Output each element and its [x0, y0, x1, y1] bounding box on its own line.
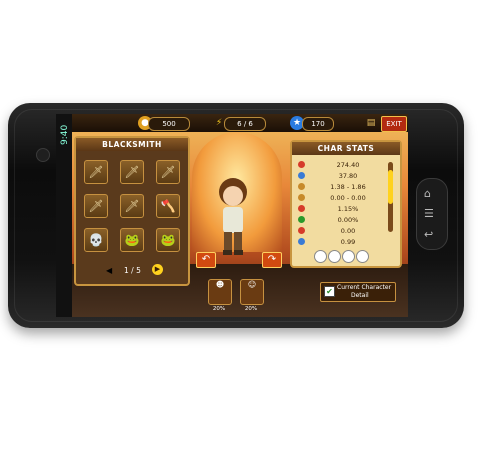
stat-icon: [298, 216, 305, 223]
item-slot[interactable]: 🗡: [84, 160, 108, 184]
stat-value: 0.00: [340, 227, 356, 235]
stat-value: 37.80: [338, 172, 358, 180]
character-portrait[interactable]: ☺: [240, 279, 264, 305]
stat-row: 0.00 - 0.00: [298, 193, 386, 203]
stats-scrollbar[interactable]: [388, 162, 393, 232]
item-slot[interactable]: 🪓: [156, 194, 180, 218]
item-slot[interactable]: 🗡: [84, 194, 108, 218]
stat-icon: [298, 238, 305, 245]
home-icon[interactable]: ⌂: [424, 187, 431, 200]
detail-label-2: Detail: [351, 292, 369, 299]
blacksmith-panel: BLACKSMITH 🗡 🗡 🗡 🗡 🗡 🪓 💀 🐸 🐸 ◀ 1 / 5 ▶: [74, 136, 190, 286]
character-avatar[interactable]: [215, 174, 251, 258]
stat-value: 1.15%: [337, 205, 359, 213]
stat-icon: [298, 227, 305, 234]
prev-page-icon[interactable]: ◀: [106, 266, 112, 275]
stat-value: 274.40: [336, 161, 360, 169]
page-dots: [314, 248, 374, 263]
item-slot[interactable]: 🗡: [156, 160, 180, 184]
hud-bar: ● 500 ⚡ 6 / 6 ★ 170 ▤ EXIT: [72, 114, 408, 132]
stat-icon: [298, 194, 305, 201]
energy-counter: 6 / 6: [224, 117, 266, 131]
detail-label-1: Current Character: [337, 284, 392, 291]
menu-icon[interactable]: ☰: [424, 207, 434, 220]
char-stats-title: CHAR STATS: [292, 142, 400, 155]
stat-row: 1.38 - 1.86: [298, 182, 386, 192]
item-slot[interactable]: 🐸: [120, 228, 144, 252]
rotate-right-button[interactable]: ↷: [262, 252, 282, 268]
exit-button[interactable]: EXIT: [381, 116, 407, 132]
page-indicator: 1 / 5: [124, 266, 141, 275]
rotate-left-button[interactable]: ↶: [196, 252, 216, 268]
stat-value: 0.00 - 0.00: [330, 194, 366, 202]
page-dot[interactable]: [356, 250, 369, 263]
stat-row: 274.40: [298, 160, 386, 170]
item-slot[interactable]: 🗡: [120, 194, 144, 218]
character-portrait[interactable]: ☻: [208, 279, 232, 305]
status-time: 9:40: [60, 124, 70, 145]
next-page-icon[interactable]: ▶: [152, 264, 163, 275]
stat-value: 0.00%: [337, 216, 359, 224]
character-portrait-label: 20%: [212, 306, 226, 312]
character-portrait-label: 20%: [244, 306, 258, 312]
stat-icon: [298, 161, 305, 168]
stat-row: 1.15%: [298, 204, 386, 214]
item-slot[interactable]: 🐸: [156, 228, 180, 252]
stat-row: 37.80: [298, 171, 386, 181]
page-dot[interactable]: [314, 250, 327, 263]
stat-icon: [298, 172, 305, 179]
item-slot[interactable]: 💀: [84, 228, 108, 252]
char-stats-panel: CHAR STATS 274.40 37.80 1.38 - 1.86 0.00 - …: [290, 140, 402, 268]
stat-icon: [298, 183, 305, 190]
stat-row: 0.99: [298, 237, 386, 247]
page-dot[interactable]: [342, 250, 355, 263]
front-camera: [36, 148, 50, 162]
blacksmith-title: BLACKSMITH: [76, 138, 188, 151]
current-character-detail-toggle[interactable]: ✔ Current Character Detail: [320, 282, 396, 302]
scroll-icon[interactable]: ▤: [364, 116, 378, 130]
stat-icon: [298, 205, 305, 212]
gem-counter: 170: [302, 117, 334, 131]
item-slot[interactable]: 🗡: [120, 160, 144, 184]
gold-counter: 500: [148, 117, 190, 131]
stat-value: 1.38 - 1.86: [330, 183, 366, 191]
game-screen: ● 500 ⚡ 6 / 6 ★ 170 ▤ EXIT BLACKSMITH 🗡 …: [72, 114, 408, 317]
back-icon[interactable]: ↩: [424, 228, 433, 241]
stat-row: 0.00: [298, 226, 386, 236]
page-dot[interactable]: [328, 250, 341, 263]
stat-value: 0.99: [340, 238, 356, 246]
stat-row: 0.00%: [298, 215, 386, 225]
checkbox[interactable]: ✔: [324, 286, 335, 297]
